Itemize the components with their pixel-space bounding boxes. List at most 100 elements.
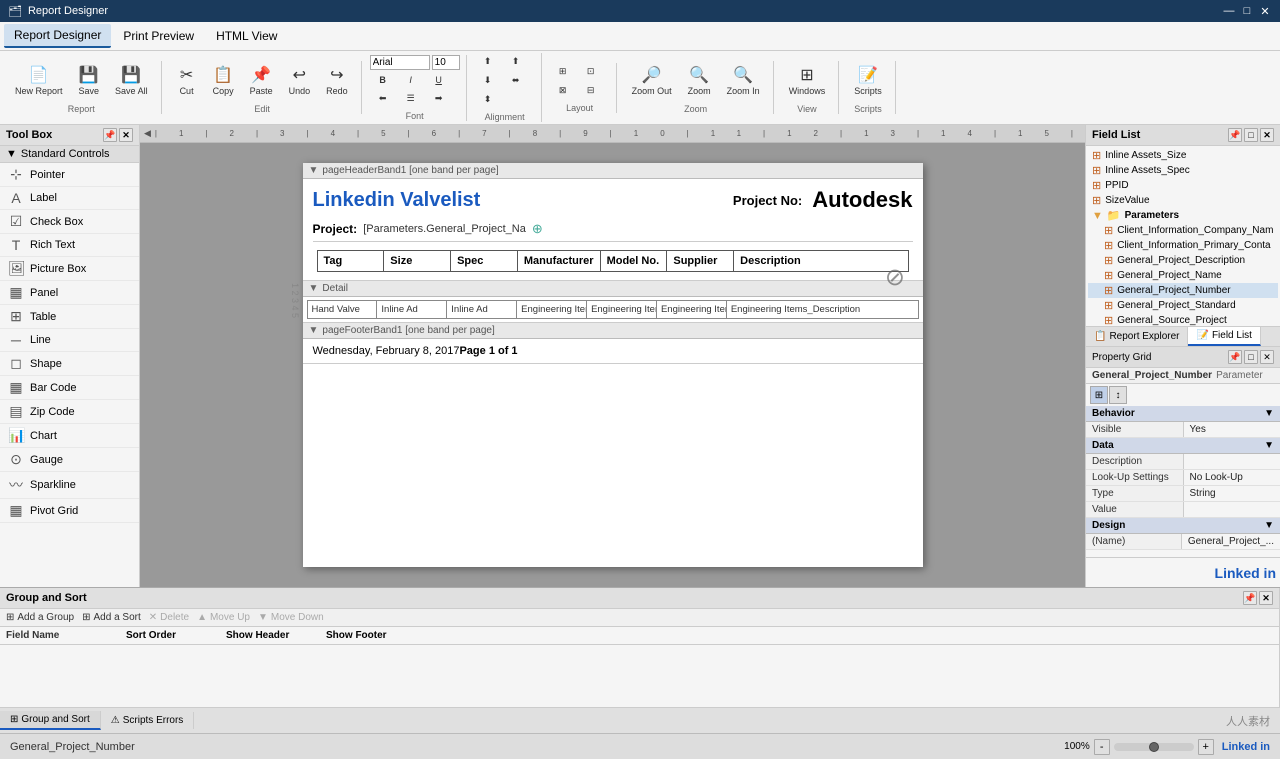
group-sort-controls[interactable]: 📌 ✕: [1243, 591, 1273, 605]
maximize-button[interactable]: □: [1240, 4, 1254, 18]
footer-collapse-icon[interactable]: ▼: [309, 325, 319, 336]
new-report-button[interactable]: 📄 New Report: [8, 61, 70, 100]
copy-button[interactable]: 📋 Copy: [206, 61, 241, 100]
menu-report-designer[interactable]: Report Designer: [4, 24, 111, 48]
delete-gs-button[interactable]: ✕ Delete: [149, 612, 189, 623]
layout-btn2[interactable]: ⊡: [578, 63, 604, 80]
type-prop-value[interactable]: String: [1184, 486, 1280, 501]
field-list-expand-button[interactable]: □: [1244, 128, 1258, 142]
align-center-button[interactable]: ☰: [398, 90, 424, 107]
name-prop-value[interactable]: General_Project_...: [1182, 534, 1280, 549]
prop-sort-category-button[interactable]: ⊞: [1090, 386, 1108, 404]
redo-button[interactable]: ↪ Redo: [319, 61, 355, 100]
sparkline-tool[interactable]: 〰 Sparkline: [0, 472, 139, 499]
report-explorer-tab[interactable]: 📋 Report Explorer: [1086, 327, 1188, 346]
inline-assets-size-field[interactable]: ⊞ Inline Assets_Size: [1088, 148, 1278, 163]
general-project-standard-field[interactable]: ⊞ General_Project_Standard: [1088, 298, 1278, 313]
sizevalue-field[interactable]: ⊞ SizeValue: [1088, 193, 1278, 208]
parameters-group[interactable]: ▼ 📁 Parameters: [1088, 208, 1278, 223]
close-button[interactable]: ✕: [1258, 4, 1272, 18]
zoom-slider-thumb[interactable]: [1149, 742, 1159, 752]
prop-grid-controls[interactable]: 📌 □ ✕: [1228, 350, 1274, 364]
group-sort-tab[interactable]: ⊞ Group and Sort: [0, 711, 101, 730]
shape-tool[interactable]: ◻ Shape: [0, 352, 139, 376]
lookup-prop-value[interactable]: No Look-Up: [1184, 470, 1280, 485]
richtext-tool[interactable]: T Rich Text: [0, 234, 139, 257]
pointer-tool[interactable]: ⊹ Pointer: [0, 163, 139, 187]
line-tool[interactable]: ─ Line: [0, 329, 139, 352]
toolbox-section-header[interactable]: ▼ Standard Controls: [0, 146, 139, 163]
toolbox-close-button[interactable]: ✕: [119, 128, 133, 142]
value-prop-value[interactable]: [1184, 502, 1280, 517]
zoom-button[interactable]: 🔍 Zoom: [681, 61, 718, 100]
label-tool[interactable]: A Label: [0, 187, 139, 210]
visible-prop-value[interactable]: Yes: [1184, 422, 1280, 437]
align-middle-button[interactable]: ⬆: [503, 53, 529, 70]
scripts-button[interactable]: 📝 Scripts: [847, 61, 889, 100]
group-sort-close-button[interactable]: ✕: [1259, 591, 1273, 605]
canvas-content[interactable]: 人人素材 1 2 3 4 5 ▼ pageHeaderBand1 [one ba…: [140, 143, 1085, 587]
zoom-out-button[interactable]: 🔎 Zoom Out: [625, 61, 679, 100]
layout-btn4[interactable]: ⊟: [578, 82, 604, 99]
zoom-decrease-button[interactable]: -: [1094, 739, 1110, 755]
minimize-button[interactable]: —: [1222, 4, 1236, 18]
page-header-collapse-icon[interactable]: ▼: [309, 165, 319, 176]
detail-collapse-icon[interactable]: ▼: [309, 283, 319, 294]
table-tool[interactable]: ⊞ Table: [0, 305, 139, 329]
general-source-project-field[interactable]: ⊞ General_Source_Project: [1088, 313, 1278, 326]
prop-grid-pin-button[interactable]: 📌: [1228, 350, 1242, 364]
field-list-controls[interactable]: 📌 □ ✕: [1228, 128, 1274, 142]
title-bar-controls[interactable]: — □ ✕: [1222, 4, 1272, 18]
general-project-desc-field[interactable]: ⊞ General_Project_Description: [1088, 253, 1278, 268]
client-info-primary-field[interactable]: ⊞ Client_Information_Primary_Conta: [1088, 238, 1278, 253]
behavior-section[interactable]: Behavior ▼: [1086, 406, 1280, 422]
align-left-button[interactable]: ⬅: [370, 90, 396, 107]
save-all-button[interactable]: 💾 Save All: [108, 61, 155, 100]
align-right-button[interactable]: ➡: [426, 90, 452, 107]
move-down-button[interactable]: ▼ Move Down: [258, 612, 324, 623]
picturebox-tool[interactable]: 🖼 Picture Box: [0, 257, 139, 281]
data-section[interactable]: Data ▼: [1086, 438, 1280, 454]
zipcode-tool[interactable]: ▤ Zip Code: [0, 400, 139, 424]
chart-tool[interactable]: 📊 Chart: [0, 424, 139, 448]
pivotgrid-tool[interactable]: ▦ Pivot Grid: [0, 499, 139, 523]
layout-btn3[interactable]: ⊠: [550, 82, 576, 99]
zoom-increase-button[interactable]: +: [1198, 739, 1214, 755]
prop-grid-close-button[interactable]: ✕: [1260, 350, 1274, 364]
general-project-number-field[interactable]: ⊞ General_Project_Number: [1088, 283, 1278, 298]
undo-button[interactable]: ↩ Undo: [282, 61, 318, 100]
toolbox-pin-button[interactable]: 📌: [103, 128, 117, 142]
prop-sort-alpha-button[interactable]: ↕: [1109, 386, 1127, 404]
font-family-input[interactable]: [370, 55, 430, 70]
italic-button[interactable]: I: [398, 72, 424, 88]
menu-html-view[interactable]: HTML View: [206, 25, 287, 47]
cut-button[interactable]: ✂ Cut: [170, 61, 204, 100]
prop-grid-expand-button[interactable]: □: [1244, 350, 1258, 364]
gauge-tool[interactable]: ⊙ Gauge: [0, 448, 139, 472]
group-sort-pin-button[interactable]: 📌: [1243, 591, 1257, 605]
menu-print-preview[interactable]: Print Preview: [113, 25, 204, 47]
client-info-company-field[interactable]: ⊞ Client_Information_Company_Nam: [1088, 223, 1278, 238]
toolbox-header-controls[interactable]: 📌 ✕: [103, 128, 133, 142]
zoom-in-button[interactable]: 🔍 Zoom In: [720, 61, 767, 100]
design-section[interactable]: Design ▼: [1086, 518, 1280, 534]
ruler-left-arrow[interactable]: ◀: [144, 128, 151, 139]
panel-tool[interactable]: ▦ Panel: [0, 281, 139, 305]
dist-horiz-button[interactable]: ⬌: [503, 72, 529, 89]
general-project-name-field[interactable]: ⊞ General_Project_Name: [1088, 268, 1278, 283]
windows-button[interactable]: ⊞ Windows: [782, 61, 833, 100]
layout-btn1[interactable]: ⊞: [550, 63, 576, 80]
ppid-field[interactable]: ⊞ PPID: [1088, 178, 1278, 193]
barcode-tool[interactable]: ▦ Bar Code: [0, 376, 139, 400]
underline-button[interactable]: U: [426, 72, 452, 88]
field-list-tab[interactable]: 📝 Field List: [1188, 327, 1260, 346]
field-list-pin-button[interactable]: 📌: [1228, 128, 1242, 142]
inline-assets-spec-field[interactable]: ⊞ Inline Assets_Spec: [1088, 163, 1278, 178]
font-size-input[interactable]: [432, 55, 460, 70]
add-sort-button[interactable]: ⊞ Add a Sort: [82, 612, 141, 623]
align-bottom-button[interactable]: ⬇: [475, 72, 501, 89]
align-top-button[interactable]: ⬆: [475, 53, 501, 70]
move-up-button[interactable]: ▲ Move Up: [197, 612, 250, 623]
field-list-close-button[interactable]: ✕: [1260, 128, 1274, 142]
paste-button[interactable]: 📌 Paste: [243, 61, 280, 100]
